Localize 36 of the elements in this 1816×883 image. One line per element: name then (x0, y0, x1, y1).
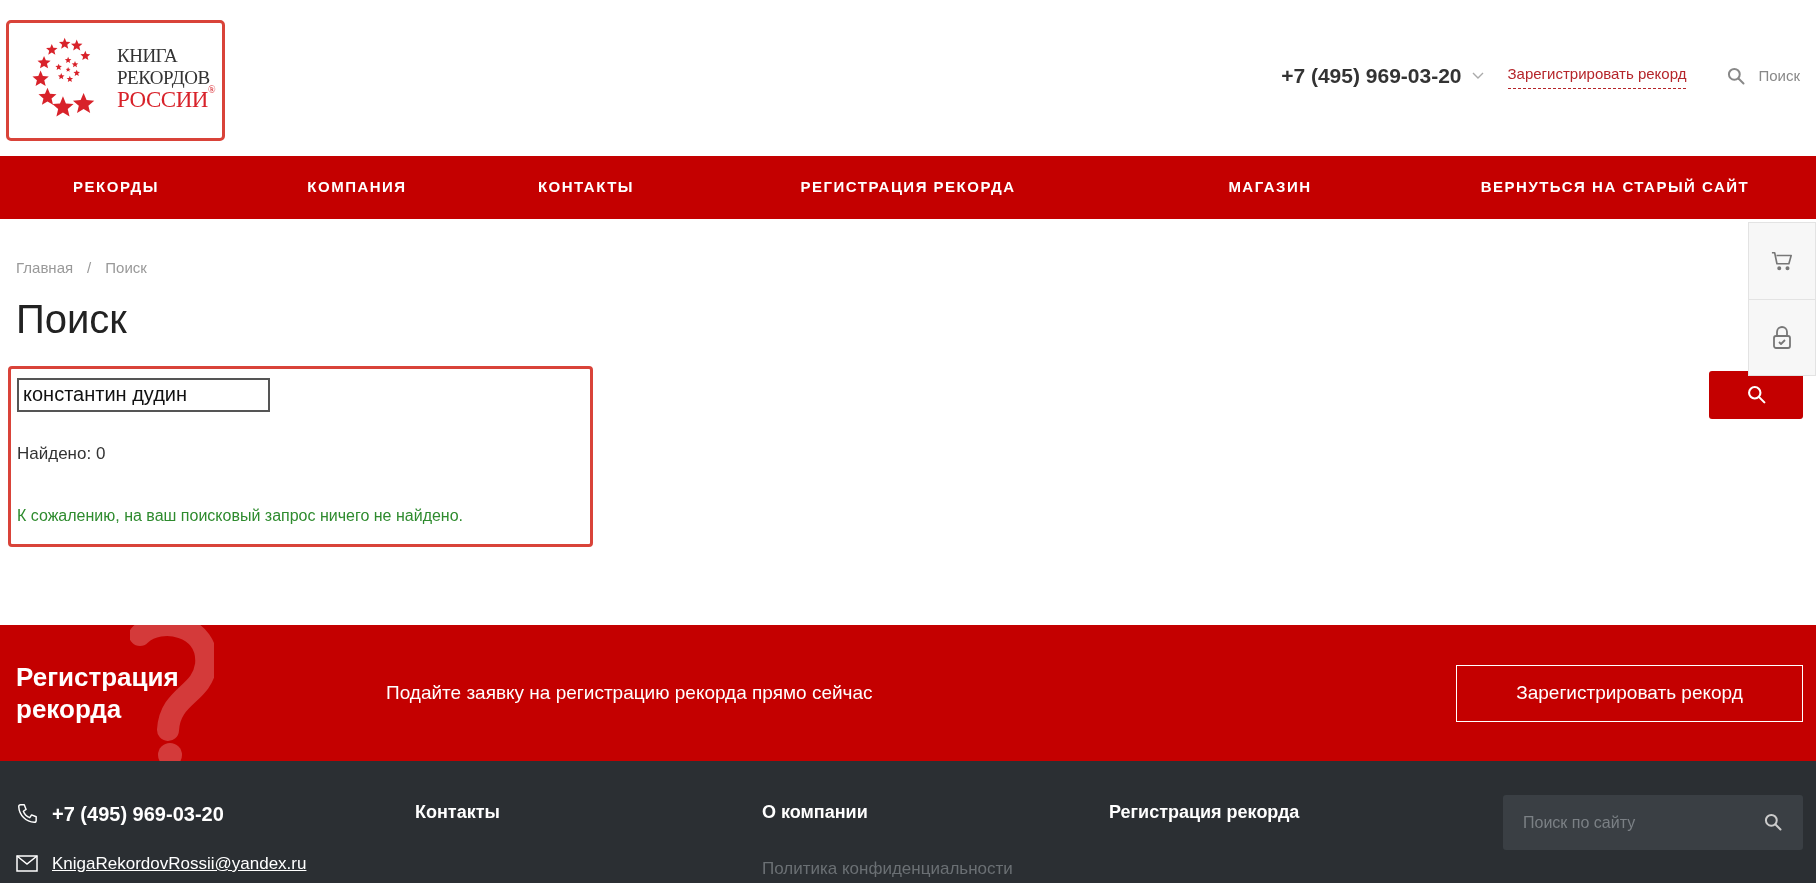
footer-column-title: О компании (762, 801, 869, 824)
logo[interactable]: КНИГА РЕКОРДОВ РОССИИ$^{®}$ (6, 19, 225, 141)
nav-link[interactable]: РЕКОРДЫ (73, 176, 159, 199)
lock-icon[interactable] (1772, 325, 1792, 350)
footer-column-title: Контакты (415, 801, 501, 824)
nav-link[interactable]: ВЕРНУТЬСЯ НА СТАРЫЙ САЙТ (1480, 176, 1750, 199)
nav-link[interactable]: МАГАЗИН (1228, 176, 1312, 199)
header-phone[interactable]: +7 (495) 969-03-20 (1281, 60, 1462, 92)
logo-text: РЕКОРДОВ (117, 67, 210, 88)
search-icon (1745, 384, 1767, 405)
search-icon (1726, 66, 1747, 86)
search-icon (1763, 812, 1783, 832)
nav-link[interactable]: КОМПАНИЯ (307, 176, 407, 199)
cart-icon[interactable] (1771, 250, 1793, 272)
search-button[interactable] (1709, 370, 1803, 419)
chevron-down-icon[interactable] (1471, 72, 1484, 80)
footer-column-title: Регистрация рекорда (1109, 801, 1301, 824)
page-title: Поиск (16, 295, 127, 343)
cta-register-button[interactable]: Зарегистрировать рекорд (1456, 664, 1803, 722)
footer-search-field[interactable]: Поиск по сайту (1503, 795, 1803, 850)
phone-icon (16, 803, 38, 825)
header-search-button[interactable]: Поиск (1726, 64, 1800, 88)
nav-link[interactable]: КОНТАКТЫ (537, 176, 635, 199)
cta-text: Подайте заявку на регистрацию рекорда прямо сейчас (386, 680, 873, 705)
nav-link[interactable]: РЕГИСТРАЦИЯ РЕКОРДА (800, 176, 1016, 199)
search-input[interactable]: константин дудин (17, 377, 270, 412)
mail-icon (16, 855, 38, 873)
breadcrumb-current: Поиск (105, 258, 147, 278)
footer-email-link[interactable]: KnigaRekordovRossii@yandex.ru (52, 851, 307, 877)
no-results-message: К сожалению, на ваш поисковый запрос ничего не найдено. (17, 506, 465, 526)
cta-title: Регистрация рекорда (16, 661, 180, 725)
footer-phone[interactable]: +7 (495) 969-03-20 (52, 799, 224, 829)
logo-text: КНИГА (117, 45, 179, 67)
register-record-link[interactable]: Зарегистрировать рекорд (1507, 63, 1687, 89)
breadcrumb-separator: / (87, 258, 92, 278)
results-count: Найдено: 0 (17, 442, 107, 465)
